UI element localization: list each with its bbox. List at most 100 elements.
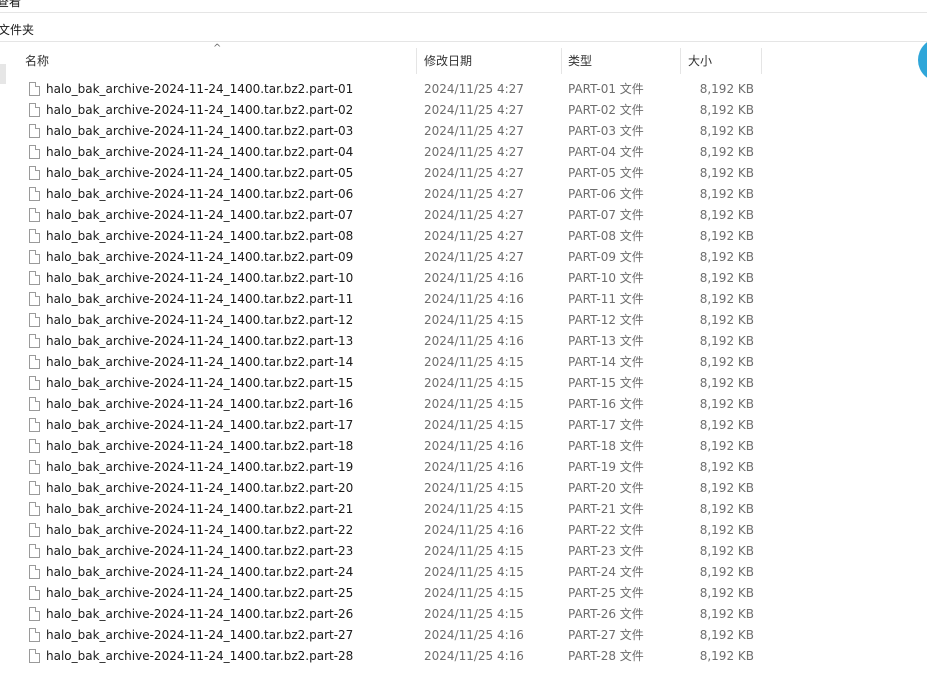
file-name: halo_bak_archive-2024-11-24_1400.tar.bz2… <box>46 355 354 369</box>
file-modified-date: 2024/11/25 4:15 <box>424 397 524 411</box>
file-row[interactable]: halo_bak_archive-2024-11-24_1400.tar.bz2… <box>0 562 927 583</box>
file-modified-date: 2024/11/25 4:15 <box>424 502 524 516</box>
file-row[interactable]: halo_bak_archive-2024-11-24_1400.tar.bz2… <box>0 373 927 394</box>
file-size: 8,192 KB <box>699 544 754 558</box>
column-type-header[interactable]: 类型 <box>568 46 592 76</box>
file-row[interactable]: halo_bak_archive-2024-11-24_1400.tar.bz2… <box>0 457 927 478</box>
file-row[interactable]: halo_bak_archive-2024-11-24_1400.tar.bz2… <box>0 205 927 226</box>
file-type: PART-27 文件 <box>568 628 644 642</box>
file-row[interactable]: halo_bak_archive-2024-11-24_1400.tar.bz2… <box>0 394 927 415</box>
file-row[interactable]: halo_bak_archive-2024-11-24_1400.tar.bz2… <box>0 289 927 310</box>
file-modified-date: 2024/11/25 4:27 <box>424 187 524 201</box>
file-name: halo_bak_archive-2024-11-24_1400.tar.bz2… <box>46 271 354 285</box>
file-row[interactable]: halo_bak_archive-2024-11-24_1400.tar.bz2… <box>0 352 927 373</box>
file-modified-date: 2024/11/25 4:15 <box>424 544 524 558</box>
file-type: PART-21 文件 <box>568 502 644 516</box>
file-name: halo_bak_archive-2024-11-24_1400.tar.bz2… <box>46 292 354 306</box>
new-folder-label[interactable]: 文件夹 <box>0 21 34 38</box>
file-modified-date: 2024/11/25 4:15 <box>424 418 524 432</box>
file-name: halo_bak_archive-2024-11-24_1400.tar.bz2… <box>46 82 354 96</box>
file-icon <box>29 565 40 579</box>
file-row[interactable]: halo_bak_archive-2024-11-24_1400.tar.bz2… <box>0 583 927 604</box>
file-size: 8,192 KB <box>699 229 754 243</box>
file-icon <box>29 502 40 516</box>
file-row[interactable]: halo_bak_archive-2024-11-24_1400.tar.bz2… <box>0 541 927 562</box>
column-size-header[interactable]: 大小 <box>688 46 712 76</box>
file-type: PART-01 文件 <box>568 82 644 96</box>
column-divider[interactable] <box>680 48 681 74</box>
file-icon <box>29 292 40 306</box>
file-size: 8,192 KB <box>699 460 754 474</box>
file-type: PART-17 文件 <box>568 418 644 432</box>
file-modified-date: 2024/11/25 4:27 <box>424 82 524 96</box>
file-size: 8,192 KB <box>699 481 754 495</box>
file-name: halo_bak_archive-2024-11-24_1400.tar.bz2… <box>46 313 354 327</box>
scrolled-row-remnant <box>29 71 229 76</box>
file-size: 8,192 KB <box>699 565 754 579</box>
file-row[interactable]: halo_bak_archive-2024-11-24_1400.tar.bz2… <box>0 499 927 520</box>
file-row[interactable]: halo_bak_archive-2024-11-24_1400.tar.bz2… <box>0 520 927 541</box>
file-size: 8,192 KB <box>699 334 754 348</box>
file-type: PART-06 文件 <box>568 187 644 201</box>
file-name: halo_bak_archive-2024-11-24_1400.tar.bz2… <box>46 334 354 348</box>
file-row[interactable]: halo_bak_archive-2024-11-24_1400.tar.bz2… <box>0 79 927 100</box>
file-icon <box>29 208 40 222</box>
file-row[interactable]: halo_bak_archive-2024-11-24_1400.tar.bz2… <box>0 121 927 142</box>
file-type: PART-16 文件 <box>568 397 644 411</box>
file-icon <box>29 586 40 600</box>
column-divider[interactable] <box>561 48 562 74</box>
file-name: halo_bak_archive-2024-11-24_1400.tar.bz2… <box>46 145 354 159</box>
file-type: PART-20 文件 <box>568 481 644 495</box>
file-row[interactable]: halo_bak_archive-2024-11-24_1400.tar.bz2… <box>0 331 927 352</box>
file-icon <box>29 544 40 558</box>
column-divider[interactable] <box>416 48 417 74</box>
file-type: PART-23 文件 <box>568 544 644 558</box>
file-size: 8,192 KB <box>699 208 754 222</box>
file-icon <box>29 418 40 432</box>
file-size: 8,192 KB <box>699 418 754 432</box>
file-type: PART-12 文件 <box>568 313 644 327</box>
file-modified-date: 2024/11/25 4:16 <box>424 523 524 537</box>
file-row[interactable]: halo_bak_archive-2024-11-24_1400.tar.bz2… <box>0 100 927 121</box>
file-modified-date: 2024/11/25 4:27 <box>424 208 524 222</box>
file-row[interactable]: halo_bak_archive-2024-11-24_1400.tar.bz2… <box>0 646 927 667</box>
file-row[interactable]: halo_bak_archive-2024-11-24_1400.tar.bz2… <box>0 142 927 163</box>
file-modified-date: 2024/11/25 4:15 <box>424 355 524 369</box>
file-name: halo_bak_archive-2024-11-24_1400.tar.bz2… <box>46 166 354 180</box>
file-size: 8,192 KB <box>699 607 754 621</box>
file-size: 8,192 KB <box>699 586 754 600</box>
file-type: PART-22 文件 <box>568 523 644 537</box>
column-date-header[interactable]: 修改日期 <box>424 46 472 76</box>
file-size: 8,192 KB <box>699 292 754 306</box>
menu-view-label[interactable]: 查看 <box>0 0 21 10</box>
file-row[interactable]: halo_bak_archive-2024-11-24_1400.tar.bz2… <box>0 163 927 184</box>
file-row[interactable]: halo_bak_archive-2024-11-24_1400.tar.bz2… <box>0 436 927 457</box>
file-modified-date: 2024/11/25 4:16 <box>424 334 524 348</box>
file-name: halo_bak_archive-2024-11-24_1400.tar.bz2… <box>46 124 354 138</box>
file-row[interactable]: halo_bak_archive-2024-11-24_1400.tar.bz2… <box>0 310 927 331</box>
file-row[interactable]: halo_bak_archive-2024-11-24_1400.tar.bz2… <box>0 226 927 247</box>
file-name: halo_bak_archive-2024-11-24_1400.tar.bz2… <box>46 229 354 243</box>
file-name: halo_bak_archive-2024-11-24_1400.tar.bz2… <box>46 460 354 474</box>
file-size: 8,192 KB <box>699 628 754 642</box>
file-size: 8,192 KB <box>699 271 754 285</box>
file-modified-date: 2024/11/25 4:15 <box>424 565 524 579</box>
file-list: halo_bak_archive-2024-11-24_1400.tar.bz2… <box>0 79 927 667</box>
file-type: PART-19 文件 <box>568 460 644 474</box>
file-modified-date: 2024/11/25 4:15 <box>424 313 524 327</box>
file-row[interactable]: halo_bak_archive-2024-11-24_1400.tar.bz2… <box>0 604 927 625</box>
file-icon <box>29 607 40 621</box>
file-modified-date: 2024/11/25 4:16 <box>424 271 524 285</box>
sort-up-icon: ^ <box>213 43 222 54</box>
file-type: PART-02 文件 <box>568 103 644 117</box>
file-name: halo_bak_archive-2024-11-24_1400.tar.bz2… <box>46 376 354 390</box>
file-name: halo_bak_archive-2024-11-24_1400.tar.bz2… <box>46 397 354 411</box>
file-row[interactable]: halo_bak_archive-2024-11-24_1400.tar.bz2… <box>0 415 927 436</box>
file-row[interactable]: halo_bak_archive-2024-11-24_1400.tar.bz2… <box>0 268 927 289</box>
file-size: 8,192 KB <box>699 313 754 327</box>
file-row[interactable]: halo_bak_archive-2024-11-24_1400.tar.bz2… <box>0 478 927 499</box>
file-row[interactable]: halo_bak_archive-2024-11-24_1400.tar.bz2… <box>0 247 927 268</box>
file-row[interactable]: halo_bak_archive-2024-11-24_1400.tar.bz2… <box>0 184 927 205</box>
column-divider[interactable] <box>761 48 762 74</box>
file-row[interactable]: halo_bak_archive-2024-11-24_1400.tar.bz2… <box>0 625 927 646</box>
